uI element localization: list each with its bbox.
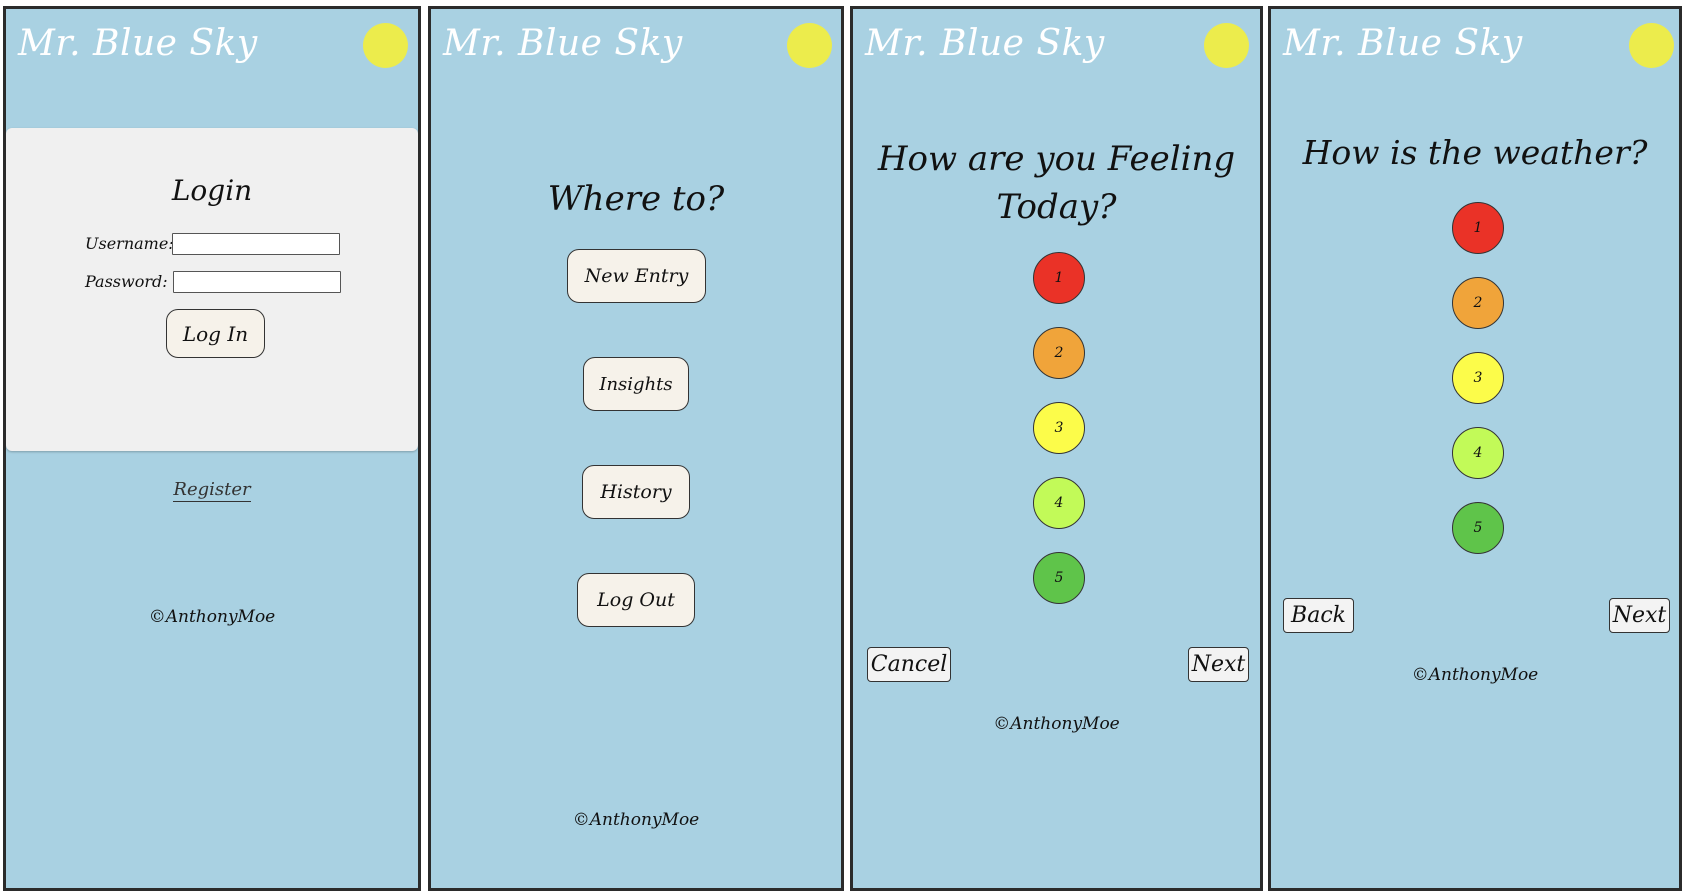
feeling-rating-4[interactable]: 4 [1033, 477, 1085, 529]
login-card: Login Username: Password: Log In [6, 128, 418, 451]
new-entry-button[interactable]: New Entry [567, 249, 706, 303]
register-link-label: Register [173, 479, 251, 502]
password-input[interactable] [173, 271, 341, 293]
app-title: Mr. Blue Sky [443, 23, 683, 64]
weather-rating-4[interactable]: 4 [1452, 427, 1504, 479]
feeling-rating-3[interactable]: 3 [1033, 402, 1085, 454]
history-button[interactable]: History [582, 465, 690, 519]
feeling-screen: Mr. Blue Sky How are you Feeling Today? … [850, 6, 1263, 891]
copyright: ©AnthonyMoe [1411, 665, 1539, 685]
menu-screen: Mr. Blue Sky Where to? New Entry Insight… [428, 6, 844, 891]
weather-heading: How is the weather? [1302, 133, 1648, 172]
feeling-heading: How are you Feeling Today? [853, 135, 1260, 231]
app-title: Mr. Blue Sky [865, 23, 1105, 64]
register-link[interactable]: Register [6, 479, 418, 502]
next-button[interactable]: Next [1609, 598, 1670, 633]
sun-icon [787, 23, 832, 68]
weather-rating-2[interactable]: 2 [1452, 277, 1504, 329]
sun-icon [1629, 23, 1674, 68]
back-button[interactable]: Back [1283, 598, 1354, 633]
insights-button[interactable]: Insights [583, 357, 689, 411]
feeling-heading-line1: How are you Feeling [877, 139, 1236, 179]
weather-screen: Mr. Blue Sky How is the weather? 1 2 3 4… [1268, 6, 1682, 891]
sun-icon [1204, 23, 1249, 68]
app-title: Mr. Blue Sky [1283, 23, 1523, 64]
log-out-button[interactable]: Log Out [577, 573, 695, 627]
username-label: Username: [85, 234, 174, 253]
login-heading: Login [171, 174, 253, 207]
weather-rating-1[interactable]: 1 [1452, 202, 1504, 254]
cancel-button[interactable]: Cancel [867, 647, 951, 682]
sun-icon [363, 23, 408, 68]
copyright: ©AnthonyMoe [148, 607, 276, 627]
feeling-heading-line2: Today? [996, 187, 1117, 227]
login-button[interactable]: Log In [166, 309, 265, 358]
username-input[interactable] [172, 233, 340, 255]
weather-rating-5[interactable]: 5 [1452, 502, 1504, 554]
login-screen: Mr. Blue Sky Login Username: Password: L… [3, 6, 421, 891]
next-button[interactable]: Next [1188, 647, 1249, 682]
feeling-rating-1[interactable]: 1 [1033, 252, 1085, 304]
feeling-rating-2[interactable]: 2 [1033, 327, 1085, 379]
weather-rating-3[interactable]: 3 [1452, 352, 1504, 404]
copyright: ©AnthonyMoe [572, 810, 700, 830]
password-label: Password: [85, 272, 168, 291]
copyright: ©AnthonyMoe [993, 714, 1120, 734]
feeling-rating-5[interactable]: 5 [1033, 552, 1085, 604]
app-title: Mr. Blue Sky [18, 23, 258, 64]
menu-heading: Where to? [547, 179, 725, 219]
